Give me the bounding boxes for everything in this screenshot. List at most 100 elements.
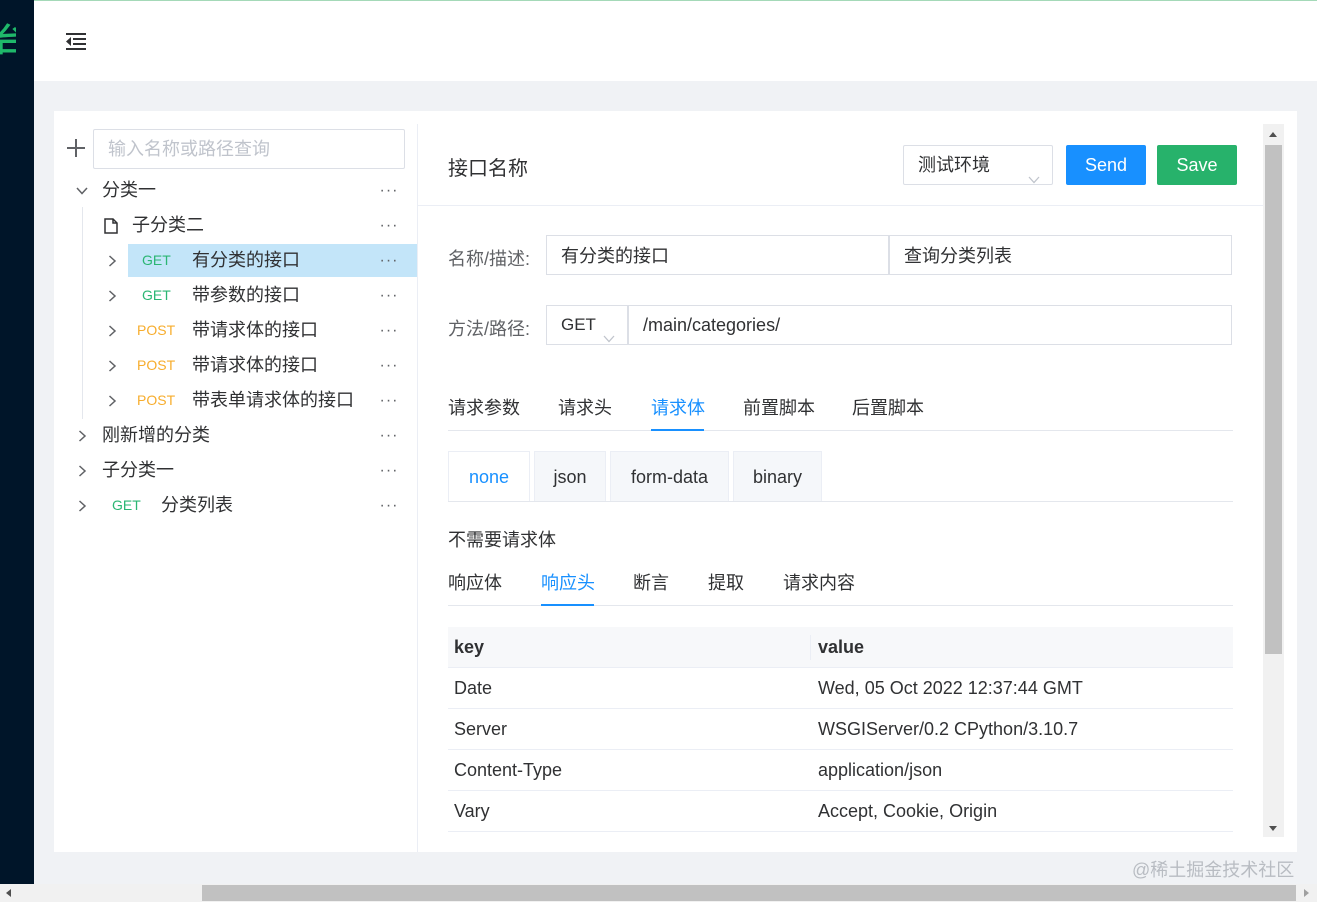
scroll-down-arrow-icon[interactable]	[1269, 826, 1277, 831]
column-header-key: key	[454, 637, 485, 657]
scroll-left-arrow-icon[interactable]	[6, 889, 11, 897]
api-name-input[interactable]	[546, 235, 889, 275]
chevron-right-icon[interactable]	[106, 349, 120, 382]
tree-node-label: 子分类二	[132, 215, 204, 235]
table-row: Vary Accept, Cookie, Origin	[448, 791, 1233, 832]
tree-api-item[interactable]: POST 带表单请求体的接口 ···	[54, 384, 417, 417]
header-key: Vary	[454, 801, 490, 821]
tab-response-headers[interactable]: 响应头	[541, 569, 595, 595]
vertical-scrollbar[interactable]	[1263, 124, 1284, 837]
tab-request-body[interactable]: 请求体	[651, 394, 705, 420]
tab-response-body[interactable]: 响应体	[448, 569, 502, 595]
more-icon[interactable]: ···	[378, 174, 400, 207]
app-sidebar: 台	[0, 0, 34, 884]
save-button[interactable]: Save	[1157, 145, 1237, 185]
tree-folder-sub-1[interactable]: 子分类一 ···	[54, 454, 417, 487]
tab-request-headers[interactable]: 请求头	[558, 394, 612, 420]
tree-subfolder-2[interactable]: 子分类二 ···	[54, 209, 417, 242]
tree-api-item[interactable]: POST 带请求体的接口 ···	[54, 314, 417, 347]
tab-extract[interactable]: 提取	[708, 569, 744, 595]
tree-node-label: 有分类的接口	[192, 250, 300, 270]
column-divider	[810, 635, 811, 660]
chevron-right-icon[interactable]	[106, 244, 120, 277]
environment-select[interactable]: 测试环境	[903, 145, 1053, 185]
page-title: 接口名称	[448, 158, 528, 180]
chevron-down-icon	[1028, 160, 1040, 198]
tab-request-content[interactable]: 请求内容	[783, 569, 855, 595]
more-icon[interactable]: ···	[378, 384, 400, 417]
scroll-right-arrow-icon[interactable]	[1304, 889, 1309, 897]
body-type-form-data[interactable]: form-data	[610, 451, 729, 501]
http-method-select[interactable]: GET	[546, 305, 628, 345]
header-value: Wed, 05 Oct 2022 12:37:44 GMT	[818, 678, 1083, 698]
more-icon[interactable]: ···	[378, 279, 400, 312]
api-path-input[interactable]	[628, 305, 1232, 345]
table-row: Date Wed, 05 Oct 2022 12:37:44 GMT	[448, 668, 1233, 709]
horizontal-scrollbar[interactable]	[0, 884, 1317, 902]
tab-request-params[interactable]: 请求参数	[448, 394, 520, 420]
scrollbar-thumb[interactable]	[202, 885, 1296, 901]
tab-post-script[interactable]: 后置脚本	[852, 394, 924, 420]
chevron-right-icon[interactable]	[76, 489, 90, 522]
header-value: WSGIServer/0.2 CPython/3.10.7	[818, 719, 1079, 739]
body-type-none[interactable]: none	[448, 451, 530, 501]
method-path-label: 方法/路径:	[448, 319, 531, 339]
scrollbar-thumb[interactable]	[1265, 145, 1282, 654]
active-tab-indicator	[651, 429, 704, 431]
tree-folder-category-1[interactable]: 分类一 ···	[54, 174, 417, 207]
tab-pre-script[interactable]: 前置脚本	[743, 394, 815, 420]
tree-api-item[interactable]: POST 带请求体的接口 ···	[54, 349, 417, 382]
tree-api-item[interactable]: GET 带参数的接口 ···	[54, 279, 417, 312]
http-method-value: GET	[561, 315, 596, 334]
method-badge: POST	[137, 392, 176, 408]
body-type-binary[interactable]: binary	[733, 451, 822, 501]
tree-node-label: 带参数的接口	[192, 285, 300, 305]
document-icon	[104, 209, 118, 242]
scroll-up-arrow-icon[interactable]	[1269, 132, 1277, 137]
chevron-right-icon[interactable]	[76, 454, 90, 487]
chevron-right-icon[interactable]	[106, 279, 120, 312]
more-icon[interactable]: ···	[378, 209, 400, 242]
more-icon[interactable]: ···	[378, 314, 400, 347]
chevron-right-icon[interactable]	[106, 384, 120, 417]
tree-search-input[interactable]	[93, 129, 405, 169]
send-button[interactable]: Send	[1066, 145, 1146, 185]
menu-collapse-icon[interactable]	[64, 29, 88, 53]
more-icon[interactable]: ···	[378, 349, 400, 382]
editor-header: 接口名称 测试环境 Send Save	[418, 124, 1264, 206]
method-badge: POST	[137, 357, 176, 373]
api-description-input[interactable]	[889, 235, 1232, 275]
chevron-right-icon[interactable]	[76, 419, 90, 452]
tree-api-item[interactable]: GET 分类列表 ···	[54, 489, 417, 522]
method-badge: GET	[142, 252, 171, 268]
chevron-down-icon[interactable]	[76, 174, 90, 207]
tabs-divider	[448, 430, 1233, 431]
chevron-right-icon[interactable]	[106, 314, 120, 347]
chevron-down-icon	[603, 320, 615, 358]
environment-value: 测试环境	[918, 155, 990, 175]
header-key: Date	[454, 678, 493, 698]
tree-node-label: 刚新增的分类	[102, 425, 210, 445]
header-value: application/json	[818, 760, 943, 780]
more-icon[interactable]: ···	[378, 454, 400, 487]
table-row: Server WSGIServer/0.2 CPython/3.10.7	[448, 709, 1233, 750]
tab-assertions[interactable]: 断言	[633, 569, 669, 595]
tree-node-label: 带请求体的接口	[192, 320, 318, 340]
body-type-json[interactable]: json	[534, 451, 606, 501]
tree-node-label: 分类一	[102, 180, 156, 200]
more-icon[interactable]: ···	[378, 489, 400, 522]
header-key: Content-Type	[454, 760, 563, 780]
tree-node-label: 子分类一	[102, 460, 174, 480]
header-key: Server	[454, 719, 508, 739]
watermark: @稀土掘金技术社区	[1132, 860, 1295, 880]
method-badge: GET	[112, 497, 141, 513]
tree-folder-new[interactable]: 刚新增的分类 ···	[54, 419, 417, 452]
top-bar	[34, 0, 1317, 81]
more-icon[interactable]: ···	[378, 244, 400, 277]
active-tab-indicator	[541, 604, 594, 606]
tree-node-label: 分类列表	[161, 495, 233, 515]
tree-api-item[interactable]: GET 有分类的接口 ···	[54, 244, 417, 277]
add-icon[interactable]	[64, 137, 88, 161]
more-icon[interactable]: ···	[378, 419, 400, 452]
method-badge: GET	[142, 287, 171, 303]
